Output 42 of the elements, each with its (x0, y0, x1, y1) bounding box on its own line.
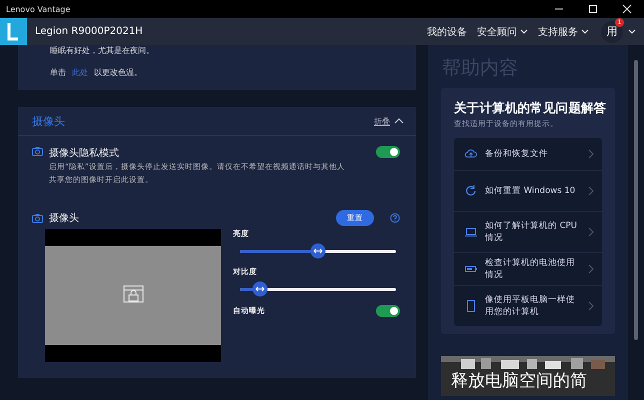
device-name: Legion R9000P2021H (35, 26, 144, 37)
slider[interactable] (240, 281, 396, 297)
chevron-up-icon (394, 118, 404, 124)
window-title: Lenovo Vantage (5, 4, 72, 14)
laptop-icon (464, 225, 478, 239)
collapse-link[interactable]: 折叠 (374, 116, 404, 126)
instruction-text: 单击 此处 以更改色温。 (50, 67, 143, 79)
toggle-switch[interactable] (376, 305, 400, 317)
close-icon[interactable] (622, 4, 632, 14)
chevron-down-icon[interactable] (628, 28, 636, 34)
chevron-down-icon (520, 28, 528, 34)
faq-item[interactable]: 如何重置 Windows 10 (454, 170, 602, 211)
camera-icon (32, 213, 43, 223)
nav-menu[interactable]: 我的设备 (427, 24, 467, 38)
maximize-icon[interactable] (588, 4, 598, 14)
slider[interactable] (240, 243, 396, 259)
nav-menu[interactable]: 支持服务 (538, 24, 589, 38)
setting-title: 摄像头 (49, 212, 80, 225)
nav-menu[interactable]: 安全顾问 (477, 24, 528, 38)
tablet-icon (464, 299, 478, 313)
scrollbar[interactable] (634, 60, 638, 340)
faq-item[interactable]: 如何了解计算机的 CPU 情况 (454, 211, 602, 252)
faq-item[interactable]: 像使用平板电脑一样使用您的计算机 (454, 285, 602, 326)
faq-item[interactable]: 备份和恢复文件 (454, 138, 602, 170)
chevron-right-icon (588, 149, 594, 159)
refresh-icon (464, 184, 478, 198)
toggle-switch[interactable] (376, 146, 400, 158)
chevron-right-icon (588, 186, 594, 196)
camera-icon (32, 146, 43, 156)
faq-item[interactable]: 检查计算机的电池使用情况 (454, 252, 602, 285)
chevron-right-icon (588, 227, 594, 237)
chevron-right-icon (588, 264, 594, 274)
description-text: 睡眠有好处，尤其是在夜间。 (50, 45, 155, 57)
section-title: 摄像头 (32, 114, 66, 128)
promo-title: 释放电脑空间的简 (451, 370, 587, 392)
chevron-right-icon (588, 301, 594, 311)
help-icon[interactable] (390, 213, 400, 223)
chevron-down-icon (581, 28, 589, 34)
logo-icon (0, 18, 27, 45)
slider-thumb[interactable] (310, 243, 326, 259)
setting-title: 摄像头隐私模式 (49, 146, 120, 160)
slider-thumb[interactable] (252, 281, 268, 297)
